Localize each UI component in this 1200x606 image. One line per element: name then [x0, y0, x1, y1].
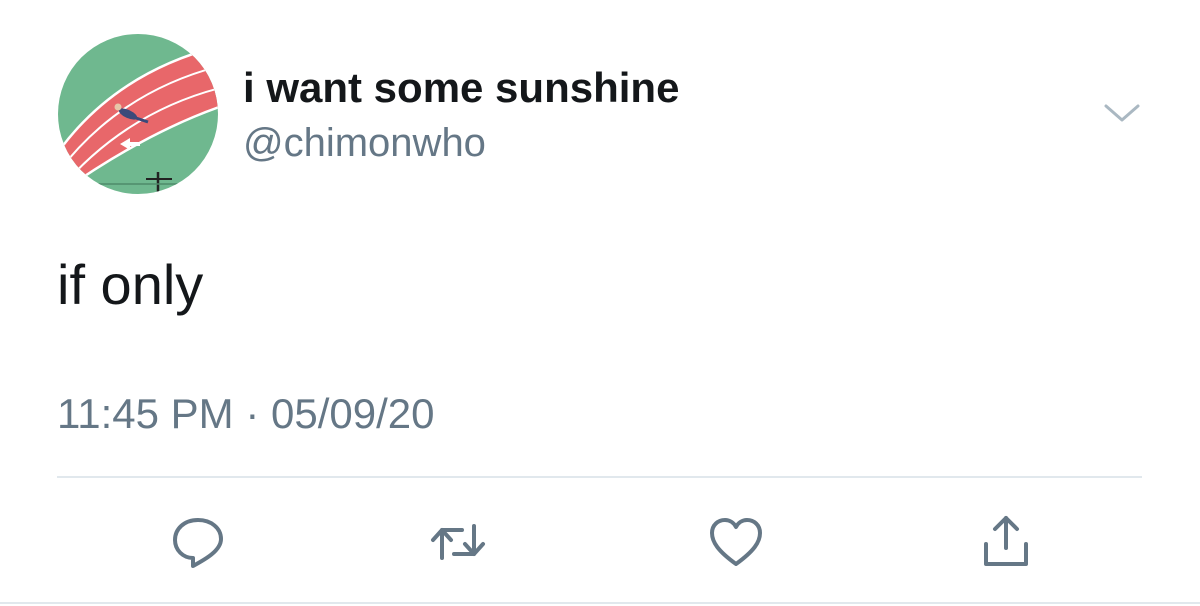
- tweet-text: if only: [57, 253, 204, 316]
- meta-separator: ·: [245, 390, 260, 437]
- avatar-image: [58, 34, 218, 194]
- divider: [57, 476, 1142, 478]
- tweet-date: 05/09/20: [271, 390, 435, 437]
- user-handle[interactable]: @chimonwho: [243, 121, 486, 166]
- heart-icon: [710, 518, 762, 566]
- tweet-time: 11:45 PM: [57, 390, 234, 437]
- reply-button[interactable]: [168, 512, 228, 572]
- retweet-button[interactable]: [428, 512, 488, 572]
- tweet-timestamp[interactable]: 11:45 PM · 05/09/20: [57, 390, 435, 438]
- bottom-border: [0, 602, 1200, 604]
- tweet-card: i want some sunshine @chimonwho if only …: [0, 0, 1200, 606]
- display-name[interactable]: i want some sunshine: [243, 64, 679, 112]
- reply-icon: [173, 518, 223, 568]
- share-icon: [984, 516, 1028, 566]
- retweet-icon: [431, 524, 485, 560]
- avatar[interactable]: [58, 34, 218, 194]
- chevron-down-icon[interactable]: [1100, 98, 1144, 128]
- like-button[interactable]: [706, 512, 766, 572]
- share-button[interactable]: [976, 512, 1036, 572]
